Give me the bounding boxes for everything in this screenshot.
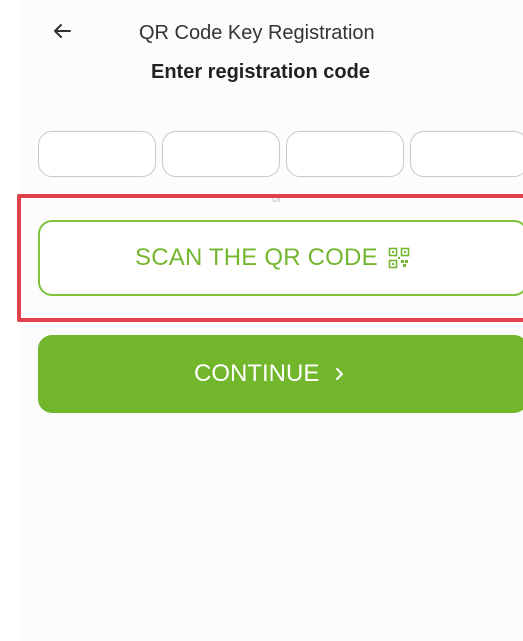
code-field-1[interactable] [38,131,156,177]
registration-code-fields [38,131,523,177]
arrow-left-icon [54,24,71,38]
continue-button[interactable]: CONTINUE [38,335,523,413]
page-title: QR Code Key Registration [139,22,375,44]
code-field-3[interactable] [286,131,404,177]
continue-label: CONTINUE [194,360,320,387]
highlight-outline [17,194,523,322]
back-button[interactable] [48,17,76,45]
code-field-2[interactable] [162,131,280,177]
chevron-right-icon [335,367,345,381]
code-field-4[interactable] [410,131,523,177]
page-subtitle: Enter registration code [151,61,370,83]
